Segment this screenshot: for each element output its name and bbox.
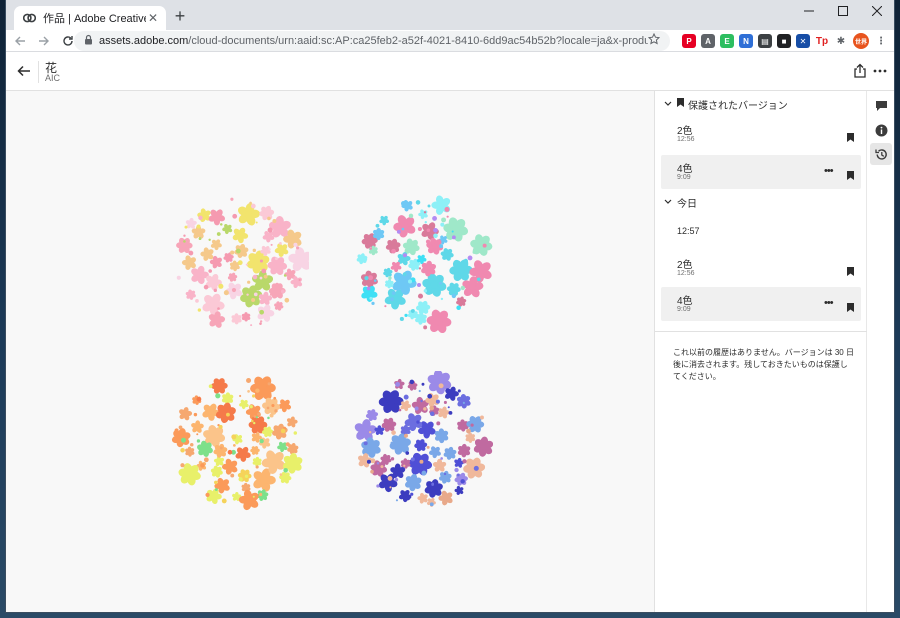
header-divider [38,61,39,83]
shield-extension-icon[interactable]: ✕ [796,34,810,48]
forward-button[interactable] [34,31,54,51]
share-icon[interactable] [852,63,868,79]
translate-extension-icon[interactable]: A [701,34,715,48]
version-time: 9:09 [677,174,691,181]
new-tab-button[interactable]: + [169,6,191,28]
lock-icon [84,32,93,50]
version-time: 12:56 [677,270,695,277]
protected-version-2color[interactable]: 2色 12:56 [661,117,861,151]
browser-window: 作品 | Adobe Creative Cloud ✕ + assets.ad [6,0,894,612]
purple-flower-circle [354,371,493,507]
version-2color[interactable]: 2色 12:56 [661,251,861,285]
back-arrow-icon[interactable] [16,63,32,79]
history-note: これ以前の履歴はありません。バージョンは 30 日後に消去されます。残しておきた… [673,348,854,381]
more-options-icon[interactable] [872,63,888,79]
chevron-down-icon [663,101,673,107]
document-type: AIC [45,73,61,83]
version-name: 4色 [677,296,693,307]
new-extension-icon[interactable]: N [739,34,753,48]
pinterest-icon[interactable]: P [682,34,696,48]
bookmark-extension-icon[interactable]: ■ [777,34,791,48]
tab-title: 作品 | Adobe Creative Cloud [43,13,146,25]
cyan-flower-circle [356,195,493,333]
maximize-button[interactable] [826,0,860,22]
chrome-menu-icon[interactable]: ⋮ [874,34,888,48]
artwork-canvas [6,91,655,612]
protected-versions-header[interactable]: 保護されたバージョン [655,93,867,115]
version-name: 2色 [677,260,693,271]
close-window-button[interactable] [860,0,894,22]
version-current[interactable]: 12:57 [661,215,861,249]
chevron-down-icon [663,199,673,205]
profile-avatar[interactable]: 世界 [853,33,869,49]
pink-flower-circle [176,197,309,328]
version-history-icon[interactable] [870,143,892,165]
evernote-icon[interactable]: E [720,34,734,48]
protected-version-4color[interactable]: 4色 9:09 ••• [661,155,861,189]
version-time: 9:09 [677,306,691,313]
today-title: 今日 [677,198,697,210]
bookmark-icon[interactable] [847,263,854,281]
today-header[interactable]: 今日 [655,191,867,213]
minimize-button[interactable] [792,0,826,22]
bookmark-icon[interactable] [847,167,854,185]
version-time: 12:57 [677,226,700,236]
app-header: 花 AIC [6,53,894,91]
bookmark-icon [677,98,684,110]
comments-icon[interactable] [870,95,892,117]
creative-cloud-icon [23,12,36,25]
more-options-icon[interactable]: ••• [824,297,834,309]
protected-versions-title: 保護されたバージョン [688,100,788,112]
bookmark-icon[interactable] [847,299,854,317]
orange-flower-circle [171,376,303,511]
version-name: 2色 [677,126,693,137]
reader-extension-icon[interactable]: ▤ [758,34,772,48]
star-icon[interactable] [647,32,661,50]
url-text: assets.adobe.com/cloud-documents/urn:aai… [99,35,648,47]
bookmark-icon[interactable] [847,129,854,147]
browser-toolbar: assets.adobe.com/cloud-documents/urn:aai… [6,30,894,52]
address-bar[interactable]: assets.adobe.com/cloud-documents/urn:aai… [74,31,670,51]
tab-close-icon[interactable]: ✕ [146,11,160,25]
extension-icons: P A E N ▤ ■ ✕ Tp ✱ 世界 ⋮ [682,32,888,50]
active-tab[interactable]: 作品 | Adobe Creative Cloud ✕ [14,6,166,30]
right-rail [868,91,894,612]
version-name: 4色 [677,164,693,175]
version-4color[interactable]: 4色 9:09 ••• [661,287,861,321]
tab-strip: 作品 | Adobe Creative Cloud ✕ + [6,0,894,30]
back-button[interactable] [10,31,30,51]
url-host: assets.adobe.com [99,35,189,47]
more-options-icon[interactable]: ••• [824,165,834,177]
puzzle-icon[interactable]: ✱ [834,34,848,48]
version-history-panel: 保護されたバージョン 2色 12:56 4色 9:09 ••• 今日 12:57… [655,91,867,612]
info-icon[interactable] [870,119,892,141]
panel-divider [655,331,867,332]
url-path: /cloud-documents/urn:aaid:sc:AP:ca25feb2… [188,35,648,47]
tp-extension-icon[interactable]: Tp [815,34,829,48]
version-time: 12:56 [677,136,695,143]
